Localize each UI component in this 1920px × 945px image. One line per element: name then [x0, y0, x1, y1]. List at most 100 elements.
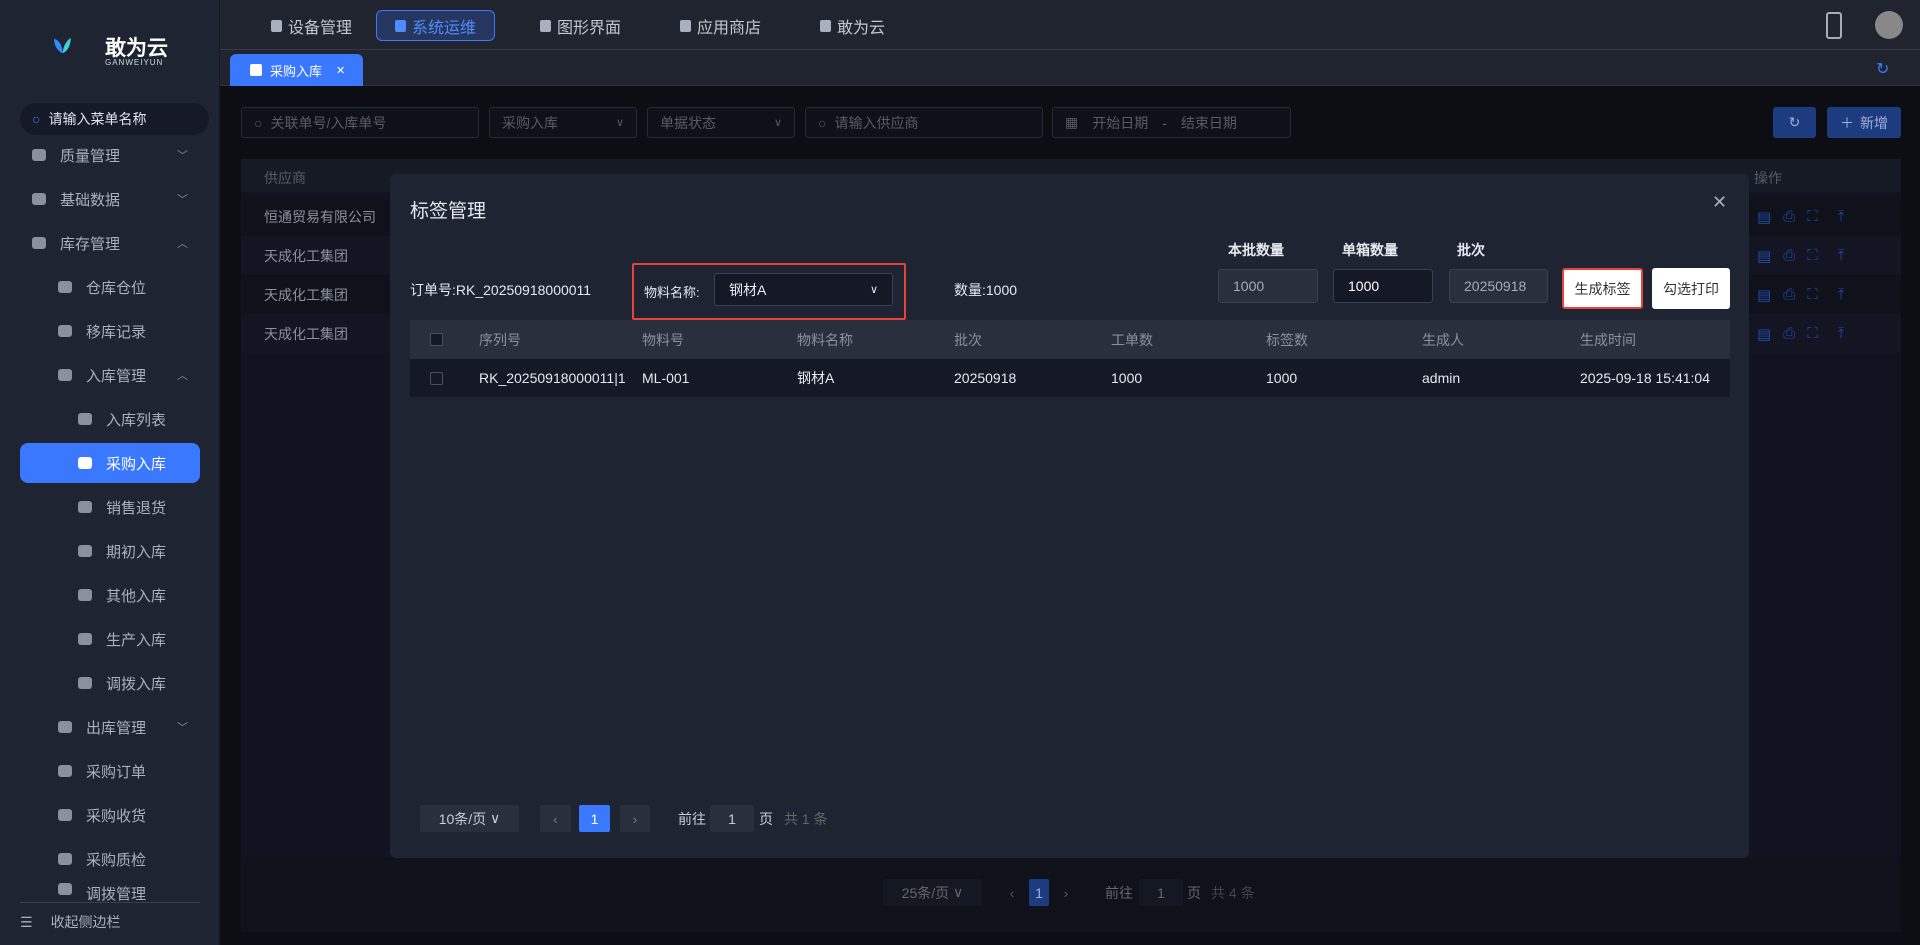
modal-page-size-select[interactable]: 10条/页 ∨	[420, 805, 519, 832]
view-doc-icon[interactable]: ▤	[1757, 208, 1771, 226]
nav-graphics[interactable]: 图形界面	[522, 10, 639, 41]
refresh-icon[interactable]: ↻	[1876, 59, 1889, 79]
generate-labels-button[interactable]: 生成标签	[1562, 268, 1643, 309]
menu-icon	[58, 281, 72, 293]
add-label: 新增	[1860, 114, 1888, 131]
print-selected-button[interactable]: 勾选打印	[1652, 268, 1730, 309]
page-size-select[interactable]: 25条/页 ∨	[883, 879, 982, 906]
sidebar-item[interactable]: 库存管理 ︿	[20, 223, 200, 263]
page-1-button[interactable]: 1	[1029, 879, 1049, 906]
sidebar-item[interactable]: 销售退货	[20, 487, 200, 527]
scan-icon[interactable]: ⛶	[1807, 286, 1818, 304]
nav-app-store[interactable]: 应用商店	[662, 10, 779, 41]
select-value: 单据状态	[660, 114, 716, 131]
view-doc-icon[interactable]: ▤	[1757, 286, 1771, 304]
sidebar-item[interactable]: 仓库仓位	[20, 267, 200, 307]
add-button[interactable]: ＋ 新增	[1827, 107, 1901, 138]
supplier-input[interactable]: ○ 请输入供应商	[805, 107, 1043, 138]
chevron-icon: ︿	[177, 370, 188, 382]
cell: 1000	[1111, 370, 1143, 386]
search-icon: ○	[254, 114, 263, 131]
sidebar-item[interactable]: 基础数据 ﹀	[20, 179, 200, 219]
material-select[interactable]: 钢材A ∨	[714, 273, 893, 306]
view-doc-icon[interactable]: ▤	[1757, 247, 1771, 265]
label-table-header: 序列号 物料号 物料名称 批次 工单数 标签数 生成人 生成时间	[410, 320, 1730, 359]
print-icon[interactable]: ⎙	[1783, 286, 1795, 304]
cell: 1000	[1266, 370, 1298, 386]
scan-icon[interactable]: ⛶	[1807, 208, 1818, 226]
sidebar-item[interactable]: 调拨入库	[20, 663, 200, 703]
column-header: 生成人	[1422, 331, 1464, 348]
row-checkbox[interactable]	[430, 371, 443, 385]
modal-page-1-button[interactable]: 1	[579, 805, 610, 832]
date-range-input[interactable]: ▦ 开始日期 - 结束日期	[1052, 107, 1291, 138]
nav-device[interactable]: 设备管理	[253, 10, 370, 41]
select-all-checkbox[interactable]	[430, 333, 443, 346]
batch-qty-input[interactable]: 1000	[1218, 269, 1318, 303]
sidebar-item[interactable]: 调拨管理	[20, 883, 200, 903]
print-icon[interactable]: ⎙	[1783, 325, 1795, 343]
scan-icon[interactable]: ⛶	[1807, 325, 1818, 343]
mobile-icon[interactable]	[1826, 12, 1842, 39]
chevron-icon: ︿	[177, 238, 188, 250]
print-icon[interactable]: ⎙	[1783, 247, 1795, 265]
material-label: 物料名称:	[644, 285, 700, 300]
scan-icon[interactable]: ⛶	[1807, 247, 1818, 265]
tab-close-icon[interactable]: ✕	[336, 64, 345, 77]
nav-label: 敢为云	[837, 19, 886, 37]
tab-label: 采购入库	[270, 63, 323, 79]
refresh-button[interactable]: ↻	[1773, 107, 1816, 138]
nav-system-ops[interactable]: 系统运维	[376, 10, 496, 41]
avatar[interactable]	[1875, 11, 1903, 39]
collapse-sidebar-button[interactable]: ☰ 收起侧边栏	[20, 912, 121, 932]
batch-input[interactable]: 20250918	[1449, 269, 1548, 303]
sidebar-item[interactable]: 采购订单	[20, 751, 200, 791]
sidebar-item[interactable]: 采购收货	[20, 795, 200, 835]
close-icon[interactable]: ✕	[1712, 192, 1727, 213]
tab-purchase-inbound[interactable]: 采购入库 ✕	[230, 54, 363, 86]
status-select[interactable]: 单据状态 ∨	[647, 107, 795, 138]
sidebar-item[interactable]: 采购入库	[20, 443, 200, 483]
next-page-button[interactable]: ›	[1056, 879, 1076, 906]
column-header: 生成时间	[1580, 331, 1636, 348]
nav-ganweiyun[interactable]: 敢为云	[802, 10, 903, 41]
sidebar-item[interactable]: 其他入库	[20, 575, 200, 615]
collapse-label: 收起侧边栏	[50, 914, 121, 930]
upload-icon[interactable]: ⤒	[1838, 286, 1845, 304]
top-nav: 设备管理 系统运维 图形界面 应用商店 敢为云	[220, 0, 1920, 50]
header-ops: 操作	[1754, 170, 1782, 186]
sidebar-item[interactable]: 入库列表	[20, 399, 200, 439]
column-header: 批次	[954, 331, 982, 348]
page-size: 25条/页	[901, 884, 950, 901]
sidebar-item-label: 仓库仓位	[86, 279, 147, 297]
upload-icon[interactable]: ⤒	[1838, 208, 1845, 226]
sidebar-item-label: 采购入库	[106, 455, 167, 473]
modal-next-page-button[interactable]: ›	[620, 805, 650, 832]
type-select[interactable]: 采购入库 ∨	[489, 107, 637, 138]
sidebar-item-label: 其他入库	[106, 587, 167, 605]
print-icon[interactable]: ⎙	[1783, 208, 1795, 226]
view-doc-icon[interactable]: ▤	[1757, 325, 1771, 343]
menu-search-input[interactable]: ○ 请输入菜单名称	[20, 103, 209, 135]
tab-icon	[250, 64, 262, 76]
goto-input[interactable]: 1	[1139, 879, 1183, 906]
modal-goto-input[interactable]: 1	[710, 805, 754, 832]
modal-prev-page-button[interactable]: ‹	[540, 805, 571, 832]
box-qty-input[interactable]: 1000	[1333, 269, 1433, 303]
sidebar-item[interactable]: 期初入库	[20, 531, 200, 571]
sidebar-item-label: 入库列表	[106, 411, 167, 429]
sidebar-item[interactable]: 生产入库	[20, 619, 200, 659]
menu-icon	[32, 237, 46, 249]
order-search-input[interactable]: ○ 关联单号/入库单号	[241, 107, 479, 138]
device-icon	[271, 19, 282, 32]
sidebar-item[interactable]: 采购质检	[20, 839, 200, 879]
upload-icon[interactable]: ⤒	[1838, 325, 1845, 343]
refresh-icon: ↻	[1788, 114, 1801, 130]
sidebar-item[interactable]: 质量管理 ﹀	[20, 135, 200, 175]
row-actions: ▤ ⎙ ⛶ ⤒	[1757, 208, 1844, 226]
sidebar-item[interactable]: 入库管理 ︿	[20, 355, 200, 395]
upload-icon[interactable]: ⤒	[1838, 247, 1845, 265]
sidebar-item[interactable]: 移库记录	[20, 311, 200, 351]
prev-page-button[interactable]: ‹	[1002, 879, 1022, 906]
sidebar-item[interactable]: 出库管理 ﹀	[20, 707, 200, 747]
